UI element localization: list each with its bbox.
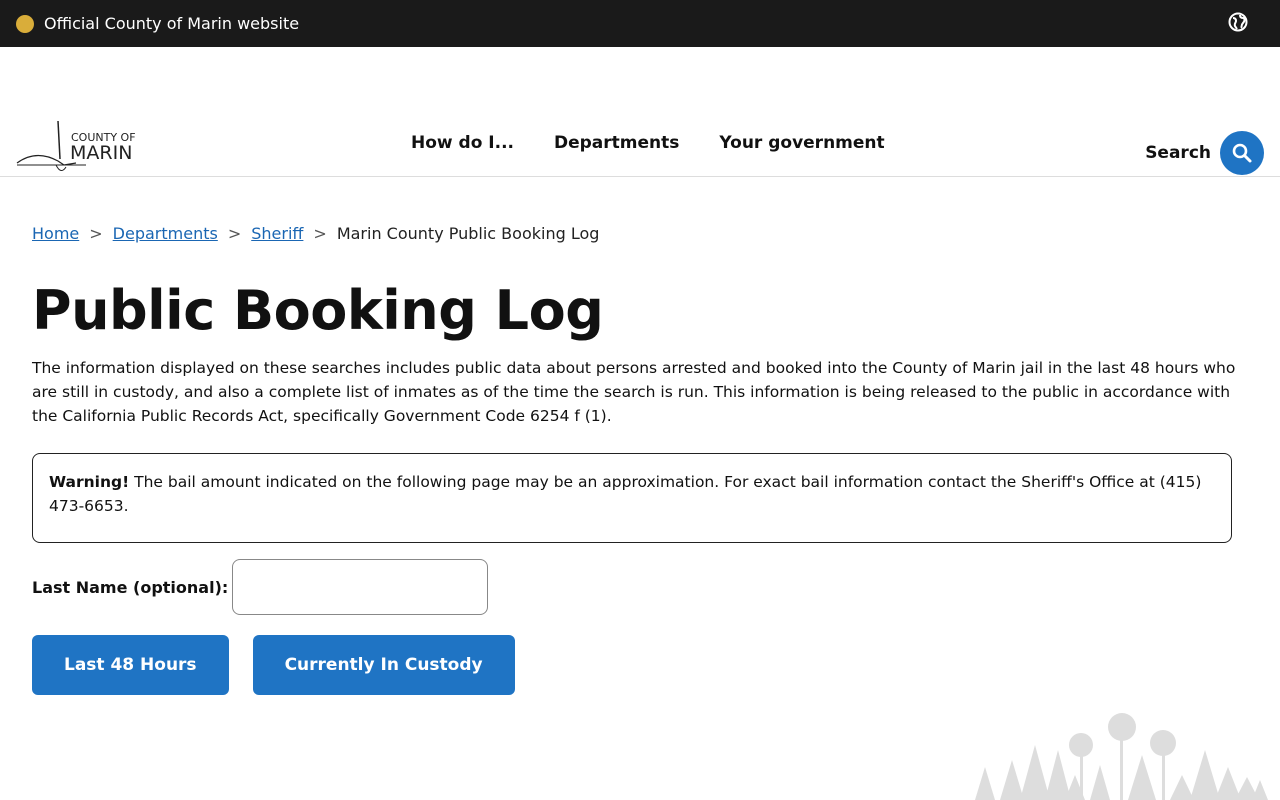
main-nav: How do I... Departments Your government [411,133,885,153]
intro-text: The information displayed on these searc… [32,359,1236,425]
breadcrumb: Home > Departments > Sheriff > Marin Cou… [32,224,600,243]
warning-text: The bail amount indicated on the followi… [49,473,1202,515]
warning-box: Warning! The bail amount indicated on th… [32,453,1232,543]
search-form: Last Name (optional): [32,559,1248,615]
breadcrumb-departments[interactable]: Departments [113,224,218,243]
svg-text:MARIN: MARIN [70,142,132,164]
nav-your-government[interactable]: Your government [719,133,884,153]
county-logo[interactable]: COUNTY OF MARIN [16,119,141,181]
search-label: Search [1145,143,1211,163]
main-content: Home > Departments > Sheriff > Marin Cou… [0,224,1280,695]
last-name-input[interactable] [232,559,489,615]
official-site-text: Official County of Marin website [44,14,300,33]
trees-decoration [975,713,1268,800]
nav-departments[interactable]: Departments [554,133,679,153]
warning-label: Warning! [49,473,130,491]
last-48-hours-button[interactable]: Last 48 Hours [32,635,229,695]
breadcrumb-home[interactable]: Home [32,224,79,243]
county-seal-icon [16,14,34,33]
top-bar: Official County of Marin website [0,0,1280,47]
search-icon[interactable] [1220,131,1264,175]
breadcrumb-current: Marin County Public Booking Log [336,224,600,243]
globe-icon[interactable] [1228,12,1248,32]
breadcrumb-sheriff[interactable]: Sheriff [251,224,303,243]
nav-how-do-i[interactable]: How do I... [411,133,514,153]
last-name-label: Last Name (optional): [32,577,229,597]
site-header: COUNTY OF MARIN How do I... Departments … [0,47,1280,177]
search-button[interactable]: Search [1145,131,1264,175]
currently-in-custody-button[interactable]: Currently In Custody [252,635,515,695]
page-title: Public Booking Log [32,279,604,342]
